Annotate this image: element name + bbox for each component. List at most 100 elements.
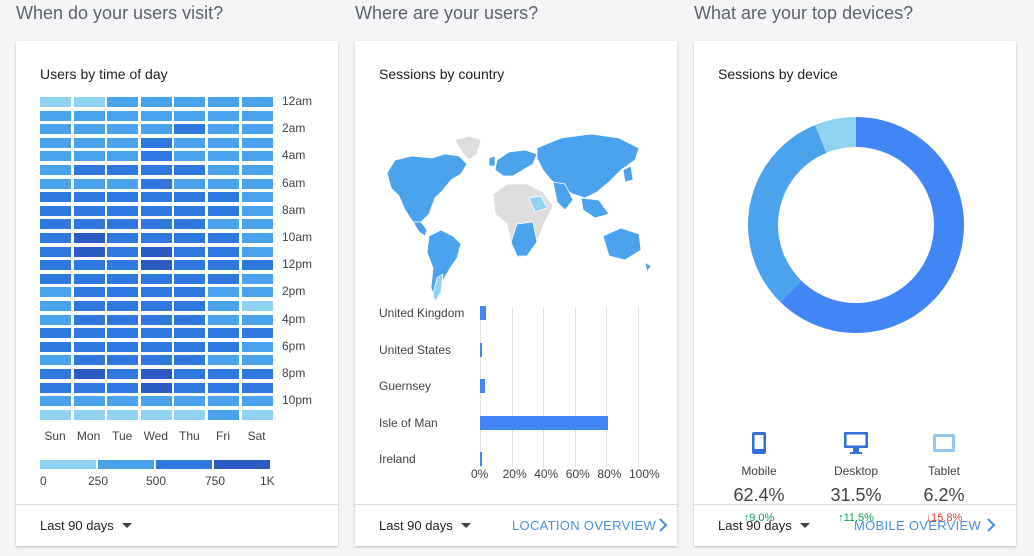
date-range-dropdown[interactable]: Last 90 days — [379, 518, 471, 533]
heatmap-cell — [40, 137, 71, 148]
heatmap-cell — [174, 233, 206, 243]
heatmap-cell — [40, 328, 71, 339]
heatmap-cell — [73, 97, 105, 107]
heatmap-cell — [174, 341, 206, 352]
heatmap-cell — [40, 192, 71, 203]
heatmap-cell — [40, 97, 71, 107]
heatmap-cell — [140, 273, 172, 284]
heatmap-cell — [174, 287, 206, 298]
heatmap-cell — [140, 301, 172, 311]
heatmap-cell — [140, 246, 172, 257]
heatmap-cell — [40, 382, 71, 393]
gridline — [543, 307, 545, 467]
legend-swatch — [156, 460, 212, 469]
heatmap-cell — [73, 396, 105, 407]
heatmap-cell — [174, 192, 206, 203]
heatmap-chart: 12am 2am 4am 6am 8am 10am 12pm 2pm 4pm 6pm 8pm 10pm… — [16, 41, 338, 501]
heatmap-cell — [40, 219, 71, 230]
heatmap-cell — [40, 355, 71, 366]
heatmap-cell — [73, 205, 105, 216]
mobile-overview-link[interactable]: MOBILE OVERVIEW — [854, 518, 981, 533]
heatmap-cell — [140, 409, 172, 420]
heatmap-cell — [208, 260, 239, 271]
location-overview-link[interactable]: LOCATION OVERVIEW — [512, 518, 656, 533]
heatmap-cell — [241, 301, 273, 311]
date-range-dropdown[interactable]: Last 90 days — [718, 518, 810, 533]
day-label: Fri — [216, 429, 230, 443]
donut-slice-desktop[interactable] — [748, 125, 827, 303]
heatmap-cell — [140, 97, 172, 107]
heatmap-cell — [208, 192, 239, 203]
country-bar[interactable] — [480, 342, 482, 357]
heatmap-cell — [73, 151, 105, 162]
heatmap-cell — [73, 355, 105, 366]
day-label: Mon — [76, 429, 101, 443]
heatmap-cell — [241, 110, 273, 121]
heatmap-cell — [40, 233, 71, 243]
country-label: United Kingdom — [379, 306, 465, 320]
country-bar[interactable] — [480, 452, 482, 466]
card-footer: Last 90 days MOBILE OVERVIEW — [694, 504, 1016, 546]
day-label: Thu — [179, 429, 200, 443]
heatmap-cell — [174, 396, 206, 407]
heatmap-cell — [140, 219, 172, 230]
heatmap-cell — [73, 137, 105, 148]
hour-label: 4pm — [282, 311, 306, 326]
tablet-icon — [933, 434, 955, 452]
heatmap-cell — [174, 314, 206, 325]
device-value: 62.4% — [733, 485, 785, 505]
heatmap-cell — [73, 219, 105, 230]
country-bar-chart: 0% 20% 40% 60% 80% 100% United Kingdom United S… — [355, 41, 677, 501]
heatmap-cell — [208, 287, 239, 298]
section-title-visit: When do your users visit? — [16, 3, 224, 23]
heatmap-cell — [208, 396, 239, 407]
heatmap-cell — [208, 246, 239, 257]
heatmap-cell — [107, 137, 139, 148]
heatmap-cell — [73, 382, 105, 393]
country-bar[interactable] — [480, 306, 487, 320]
heatmap-cell — [107, 124, 139, 135]
heatmap-cell — [140, 260, 172, 271]
hour-label: 6pm — [282, 338, 306, 353]
heatmap-cell — [140, 328, 172, 339]
hour-label: 8pm — [282, 366, 306, 380]
heatmap-cell — [174, 409, 206, 420]
heatmap-cell — [73, 341, 105, 352]
heatmap-cell — [208, 97, 239, 107]
heatmap-cell — [241, 137, 273, 148]
heatmap-cell — [208, 151, 239, 162]
heatmap-cell — [107, 301, 139, 311]
x-tick-label: 100% — [629, 467, 660, 481]
heatmap-cell — [208, 219, 239, 230]
heatmap-cell — [140, 355, 172, 366]
heatmap-cell — [140, 110, 172, 121]
heatmap-cell — [107, 219, 139, 230]
country-bar[interactable] — [480, 415, 608, 430]
heatmap-cell — [73, 192, 105, 203]
heatmap-cell — [140, 396, 172, 407]
card-footer: Last 90 days — [16, 504, 338, 546]
heatmap-cell — [40, 151, 71, 162]
heatmap-cell — [73, 273, 105, 284]
legend-tick: 500 — [146, 474, 167, 488]
chevron-right-icon[interactable] — [981, 515, 1001, 535]
device-name: Desktop — [833, 464, 879, 478]
heatmap-cell — [73, 246, 105, 257]
heatmap-cell — [208, 328, 239, 339]
heatmap-cell — [140, 192, 172, 203]
heatmap-cell — [107, 205, 139, 216]
date-range-dropdown[interactable]: Last 90 days — [40, 518, 132, 533]
chevron-right-icon[interactable] — [653, 515, 673, 535]
heatmap-cell — [107, 287, 139, 298]
heatmap-cell — [107, 165, 139, 175]
heatmap-cell — [208, 409, 239, 420]
heatmap-cell — [208, 233, 239, 243]
country-bar[interactable] — [480, 379, 485, 393]
heatmap-cell — [107, 328, 139, 339]
heatmap-cell — [208, 301, 239, 311]
heatmap-cell — [140, 205, 172, 216]
x-tick-label: 60% — [565, 467, 590, 481]
heatmap-cell — [40, 396, 71, 407]
caret-down-icon — [799, 523, 810, 528]
heatmap-cell — [208, 124, 239, 135]
